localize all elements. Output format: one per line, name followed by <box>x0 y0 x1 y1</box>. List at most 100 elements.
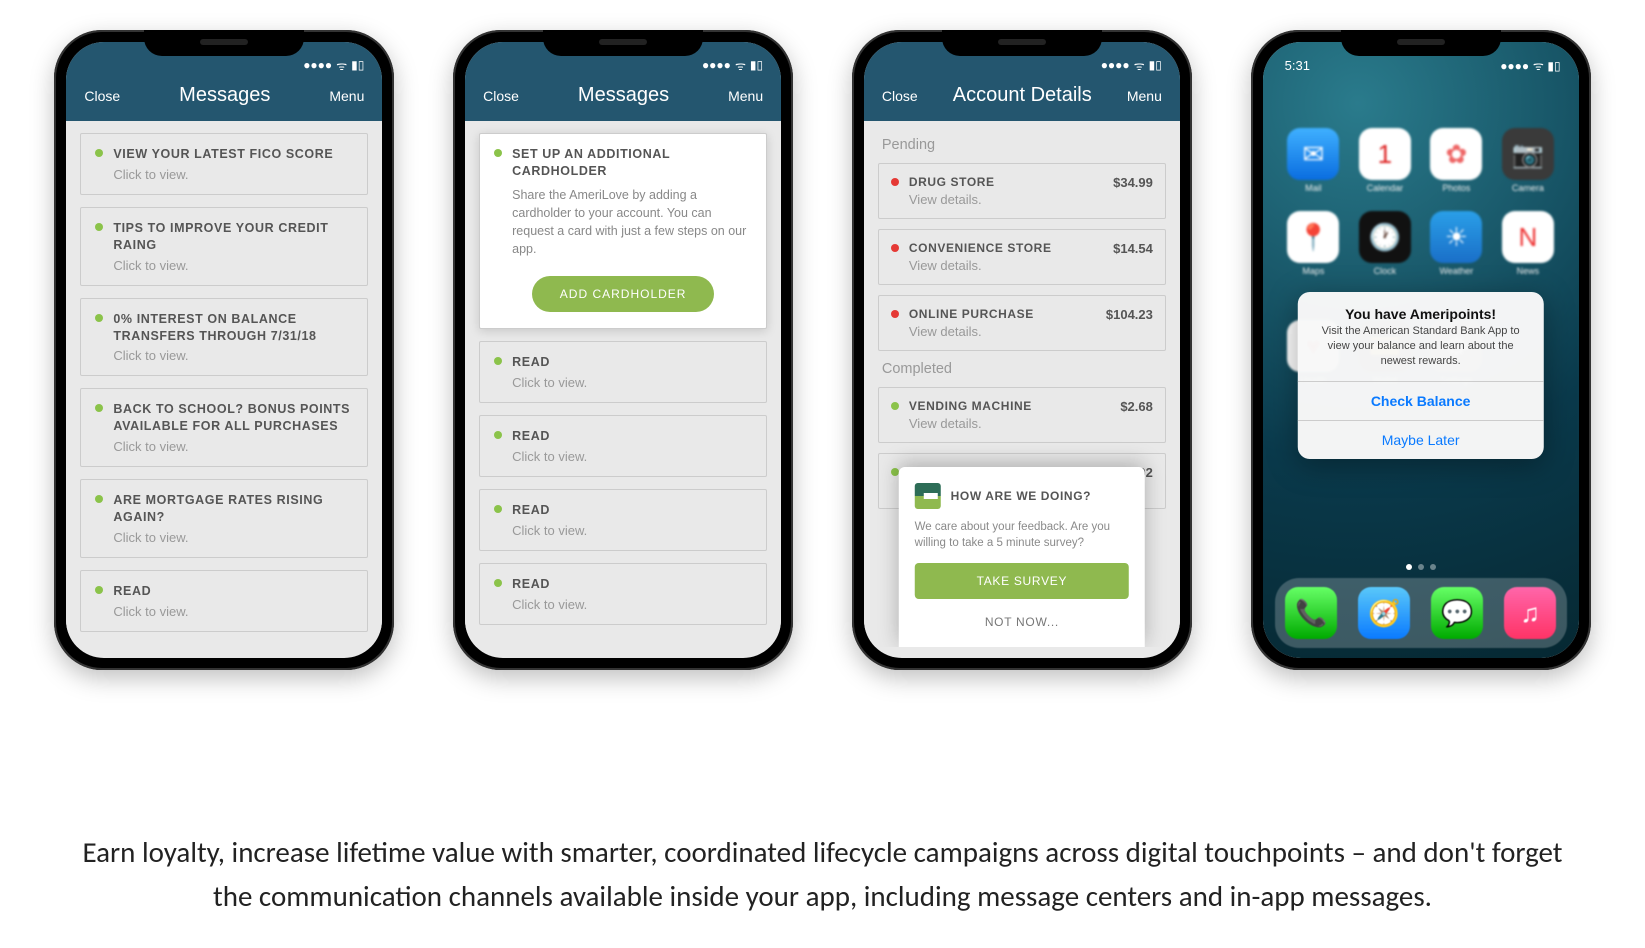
msg-subtitle: Click to view. <box>494 523 752 538</box>
signal-icon: ●●●● <box>702 58 731 72</box>
section-completed: Completed <box>882 361 1162 377</box>
transaction-row[interactable]: DRUG STORE View details.$34.99 <box>878 163 1166 219</box>
ios-notification-alert: You have Ameripoints! Visit the American… <box>1297 292 1543 459</box>
message-card[interactable]: VIEW YOUR LATEST FICO SCOREClick to view… <box>80 133 368 195</box>
close-button[interactable]: Close <box>483 88 519 104</box>
close-button[interactable]: Close <box>84 88 120 104</box>
message-card[interactable]: READClick to view. <box>80 570 368 632</box>
status-dot-icon <box>494 579 502 587</box>
phone-mockup-2: ●●●● ᯤ ▮▯ Close Messages Menu SET UP AN … <box>453 30 793 670</box>
menu-button[interactable]: Menu <box>728 88 763 104</box>
msg-title: READ <box>512 503 550 517</box>
status-dot-icon <box>95 149 103 157</box>
txn-subtitle: View details. <box>909 324 1106 339</box>
phone-notch <box>543 30 703 56</box>
menu-button[interactable]: Menu <box>1127 88 1162 104</box>
app-icon-maps[interactable]: 📍Maps <box>1285 211 1343 276</box>
message-card[interactable]: READClick to view. <box>479 415 767 477</box>
msg-subtitle: Click to view. <box>95 348 353 363</box>
section-pending: Pending <box>882 137 1162 153</box>
txn-amount: $2.68 <box>1120 399 1153 414</box>
app-icon-label: Camera <box>1499 183 1557 193</box>
message-expanded[interactable]: SET UP AN ADDITIONAL CARDHOLDER Share th… <box>479 133 767 329</box>
popup-title: HOW ARE WE DOING? <box>951 489 1091 503</box>
status-dot-icon <box>95 314 103 322</box>
txn-amount: $34.99 <box>1113 175 1153 190</box>
app-icon-clock[interactable]: 🕐Clock <box>1356 211 1414 276</box>
msg-title: READ <box>512 355 550 369</box>
take-survey-button[interactable]: TAKE SURVEY <box>915 563 1129 599</box>
status-dot-icon <box>891 244 899 252</box>
txn-subtitle: View details. <box>909 192 1113 207</box>
phone-mockup-1: ●●●● ᯤ ▮▯ Close Messages Menu VIEW YOUR … <box>54 30 394 670</box>
msg-subtitle: Click to view. <box>95 258 353 273</box>
txn-amount: $14.54 <box>1113 241 1153 256</box>
status-dot-icon <box>95 404 103 412</box>
app-icon-weather[interactable]: ☀Weather <box>1428 211 1486 276</box>
dock-app-icon[interactable]: ♫ <box>1504 587 1556 639</box>
status-dot-icon <box>95 495 103 503</box>
phone-notch <box>1341 30 1501 56</box>
app-icon-mail[interactable]: ✉Mail <box>1285 128 1343 193</box>
add-cardholder-button[interactable]: ADD CARDHOLDER <box>532 276 715 312</box>
msg-subtitle: Click to view. <box>95 439 353 454</box>
alert-title: You have Ameripoints! <box>1297 292 1543 324</box>
status-dot-icon <box>95 223 103 231</box>
status-dot-icon <box>891 310 899 318</box>
msg-subtitle: Click to view. <box>494 597 752 612</box>
not-now-button[interactable]: NOT NOW... <box>915 607 1129 637</box>
dock-app-icon[interactable]: 📞 <box>1285 587 1337 639</box>
message-card[interactable]: BACK TO SCHOOL? BONUS POINTS AVAILABLE F… <box>80 388 368 467</box>
battery-icon: ▮▯ <box>1547 59 1560 73</box>
msg-title: TIPS TO IMPROVE YOUR CREDIT RAING <box>113 221 328 252</box>
status-dot-icon <box>891 178 899 186</box>
message-card[interactable]: ARE MORTGAGE RATES RISING AGAIN?Click to… <box>80 479 368 558</box>
msg-body: Share the AmeriLove by adding a cardhold… <box>494 186 752 259</box>
page-indicator <box>1406 564 1436 570</box>
msg-subtitle: Click to view. <box>95 530 353 545</box>
messages-list: VIEW YOUR LATEST FICO SCOREClick to view… <box>66 121 382 647</box>
status-dot-icon <box>494 149 502 157</box>
app-icon-news[interactable]: NNews <box>1499 211 1557 276</box>
dock-app-icon[interactable]: 🧭 <box>1358 587 1410 639</box>
app-icon-calendar[interactable]: 1Calendar <box>1356 128 1414 193</box>
phone-mockup-3: ●●●● ᯤ ▮▯ Close Account Details Menu Pen… <box>852 30 1192 670</box>
maybe-later-button[interactable]: Maybe Later <box>1297 420 1543 459</box>
message-card[interactable]: READ Click to view. <box>479 489 767 551</box>
message-card[interactable]: READ Click to view. <box>479 563 767 625</box>
status-dot-icon <box>494 505 502 513</box>
message-card[interactable]: READClick to view. <box>479 341 767 403</box>
txn-amount: $104.23 <box>1106 307 1153 322</box>
close-button[interactable]: Close <box>882 88 918 104</box>
ios-home-screen: 5:31 ●●●● ᯤ ▮▯ ✉Mail1Calendar✿Photos📷Cam… <box>1263 42 1579 658</box>
transaction-row[interactable]: ONLINE PURCHASE View details.$104.23 <box>878 295 1166 351</box>
app-icon-photos[interactable]: ✿Photos <box>1428 128 1486 193</box>
app-header: Close Messages Menu <box>465 80 781 121</box>
app-icon-label: Photos <box>1428 183 1486 193</box>
msg-title: SET UP AN ADDITIONAL CARDHOLDER <box>512 147 670 178</box>
msg-subtitle: Click to view. <box>95 604 353 619</box>
status-dot-icon <box>891 402 899 410</box>
message-card[interactable]: TIPS TO IMPROVE YOUR CREDIT RAING Click t… <box>80 207 368 286</box>
phone-notch <box>942 30 1102 56</box>
dock-app-icon[interactable]: 💬 <box>1431 587 1483 639</box>
txn-name: VENDING MACHINE <box>909 399 1120 413</box>
menu-button[interactable]: Menu <box>329 88 364 104</box>
message-card[interactable]: 0% INTEREST ON BALANCE TRANSFERS THROUGH… <box>80 298 368 377</box>
transactions-list: Pending DRUG STOREView details.$34.99CON… <box>864 121 1180 647</box>
app-icon-label: Mail <box>1285 183 1343 193</box>
msg-title: READ <box>512 577 550 591</box>
app-icon-camera[interactable]: 📷Camera <box>1499 128 1557 193</box>
transaction-row[interactable]: VENDING MACHINEView details.$2.68 <box>878 387 1166 443</box>
page-title: Messages <box>578 84 669 107</box>
marketing-caption: Earn loyalty, increase lifetime value wi… <box>0 831 1645 918</box>
app-icon-label: Maps <box>1285 266 1343 276</box>
status-time: 5:31 <box>1285 58 1310 73</box>
txn-name: ONLINE PURCHASE <box>909 307 1106 321</box>
status-dot-icon <box>95 586 103 594</box>
txn-name: DRUG STORE <box>909 175 1113 189</box>
status-dot-icon <box>494 357 502 365</box>
check-balance-button[interactable]: Check Balance <box>1297 381 1543 420</box>
transaction-row[interactable]: CONVENIENCE STOREView details.$14.54 <box>878 229 1166 285</box>
phone-notch <box>144 30 304 56</box>
